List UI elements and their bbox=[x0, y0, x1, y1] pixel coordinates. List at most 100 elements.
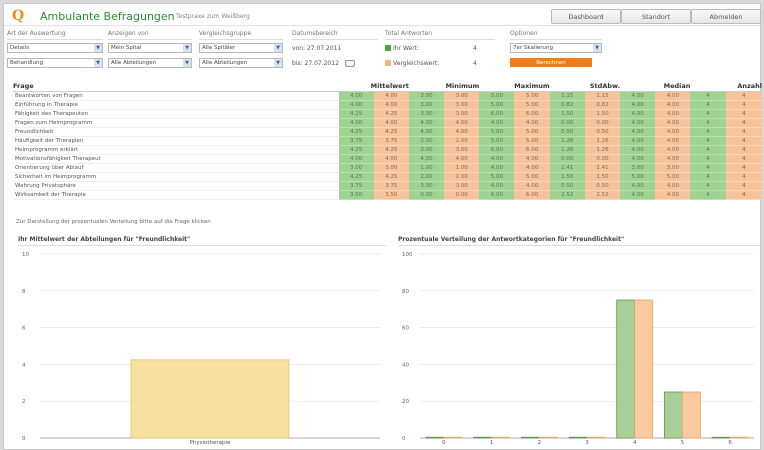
own-value-cell: 4.00 bbox=[620, 127, 656, 137]
standort-button[interactable]: Standort bbox=[621, 9, 691, 24]
comparison-value-cell: 4 bbox=[725, 145, 762, 155]
table-row[interactable]: Wirksamkeit der Therapie 3.50 3.50 0.00 0.00… bbox=[13, 190, 762, 200]
datum-von[interactable]: von: 27.07.2011 bbox=[292, 43, 378, 53]
own-value-cell: 4.25 bbox=[338, 145, 374, 155]
own-value-cell: 4.00 bbox=[620, 136, 656, 146]
question-cell[interactable]: Häufigkeit der Therapien bbox=[13, 136, 339, 146]
own-value-cell: 1.50 bbox=[549, 109, 585, 119]
table-row[interactable]: Freundlichkeit 4.25 4.25 4.00 4.00 5.00 5.00 0.… bbox=[13, 127, 762, 137]
comparison-value-cell: 2.00 bbox=[444, 136, 480, 146]
y-tick-label: 8 bbox=[22, 289, 26, 295]
table-row[interactable]: Motivationsfähigkeit Therapeut 4.00 4.00 4.… bbox=[13, 154, 762, 164]
question-cell[interactable]: Heimprogramm erklärt bbox=[13, 145, 339, 155]
table-row[interactable]: Fähigkeit des Therapeuten 4.25 4.25 3.00 3.0… bbox=[13, 109, 762, 119]
own-value-cell: 4.00 bbox=[338, 100, 374, 110]
own-value-cell: 4.00 bbox=[620, 181, 656, 191]
question-cell[interactable]: Wahrung Privatsphäre bbox=[13, 181, 339, 191]
question-cell[interactable]: Sicherheit im Heimprogramm bbox=[13, 172, 339, 182]
own-value-cell: 3.00 bbox=[620, 163, 656, 173]
filter-datum: Datumsbereich von: 27.07.2011 bis: 27.07… bbox=[292, 30, 378, 73]
comparison-value-cell: 3.75 bbox=[373, 136, 409, 146]
comparison-value-cell: 4 bbox=[725, 109, 762, 119]
question-cell[interactable]: Beantworten von Fragen bbox=[13, 91, 339, 101]
question-cell[interactable]: Einführung in Therapie bbox=[13, 100, 339, 110]
question-cell[interactable]: Fähigkeit des Therapeuten bbox=[13, 109, 339, 119]
x-tick-label: 6 bbox=[728, 440, 732, 446]
table-row[interactable]: Sicherheit im Heimprogramm 4.25 4.25 2.00 2.… bbox=[13, 172, 762, 182]
col-header-frage: Frage bbox=[13, 81, 339, 92]
col-header-maximum: Maximum bbox=[479, 81, 550, 92]
hint-text: Zur Darstellung der prozentualen Verteil… bbox=[16, 219, 211, 225]
anzeigen-select-1[interactable]: Mein Spital ▼ bbox=[108, 43, 192, 53]
own-value-cell: 4.25 bbox=[338, 172, 374, 182]
comparison-value-cell: 1.15 bbox=[584, 91, 621, 101]
own-value-cell: 4 bbox=[690, 172, 726, 182]
col-header-mittelwert: Mittelwert bbox=[338, 81, 409, 92]
own-value-cell: 4.00 bbox=[620, 91, 656, 101]
comparison-value-cell: 5.00 bbox=[514, 91, 550, 101]
x-tick-label: 1 bbox=[490, 440, 494, 446]
question-cell[interactable]: Motivationsfähigkeit Therapeut bbox=[13, 154, 339, 164]
table-row[interactable]: Fragen zum Heimprogramm 4.00 4.00 4.00 4.00 4… bbox=[13, 118, 762, 128]
table-row[interactable]: Beantworten von Fragen 4.00 4.00 3.00 3.00 5.… bbox=[13, 91, 762, 101]
app-subtitle: Testpraxe zum Weißberg bbox=[176, 13, 250, 20]
orange-square-icon bbox=[385, 60, 391, 66]
vergleich-select-2[interactable]: Alle Abteilungen ▼ bbox=[199, 58, 283, 68]
comparison-value-cell: 4.00 bbox=[373, 118, 409, 128]
own-value-cell: 4.00 bbox=[479, 154, 515, 164]
own-value-cell: 6.00 bbox=[479, 109, 515, 119]
art-select-2[interactable]: Behandlung ▼ bbox=[7, 58, 103, 68]
x-tick-label: 0 bbox=[442, 440, 446, 446]
table-row[interactable]: Einführung in Therapie 4.00 4.00 3.00 3.00 5.… bbox=[13, 100, 762, 110]
own-value-cell: 4.00 bbox=[620, 190, 656, 200]
berechnen-button[interactable]: Berechnen bbox=[510, 58, 592, 67]
comparison-value-cell: 4 bbox=[725, 154, 762, 164]
y-tick-label: 60 bbox=[402, 326, 409, 332]
own-value-cell: 2.00 bbox=[408, 136, 445, 146]
calendar-icon[interactable] bbox=[344, 59, 355, 67]
question-cell[interactable]: Orientierung über Ablauf bbox=[13, 163, 339, 173]
own-value-cell: 4 bbox=[690, 118, 726, 128]
own-value-cell: 4 bbox=[690, 136, 726, 146]
col-header-median: Median bbox=[620, 81, 691, 92]
question-cell[interactable]: Fragen zum Heimprogramm bbox=[13, 118, 339, 128]
skala-select[interactable]: 7er Skalierung ▼ bbox=[510, 43, 602, 53]
table-row[interactable]: Heimprogramm erklärt 4.25 4.25 3.00 3.00 6.00… bbox=[13, 145, 762, 155]
question-cell[interactable]: Freundlichkeit bbox=[13, 127, 339, 137]
own-value-cell: 4 bbox=[690, 127, 726, 137]
own-value-cell: 4.00 bbox=[620, 109, 656, 119]
results-table: Frage Mittelwert Minimum Maximum StdAbw.… bbox=[13, 81, 762, 200]
own-value-cell: 4.00 bbox=[620, 154, 656, 164]
question-cell[interactable]: Wirksamkeit der Therapie bbox=[13, 190, 339, 200]
bar-comparison bbox=[682, 391, 701, 439]
comparison-value-cell: 3.00 bbox=[444, 100, 480, 110]
abmelden-button[interactable]: Abmelden bbox=[691, 9, 761, 24]
y-tick-label: 0 bbox=[22, 436, 26, 442]
anzeigen-select-2[interactable]: Alle Abteilungen ▼ bbox=[108, 58, 192, 68]
comparison-value-cell: 5.00 bbox=[514, 100, 550, 110]
dashboard-button[interactable]: Dashboard bbox=[551, 9, 621, 24]
chart-mittelwert-svg: 0 2 4 6 8 10 Physiotherapie bbox=[22, 252, 380, 446]
filter-optionen-label: Optionen bbox=[510, 30, 602, 40]
own-value-cell: 4.00 bbox=[479, 181, 515, 191]
bar-own bbox=[425, 436, 445, 439]
table-row[interactable]: Wahrung Privatsphäre 3.75 3.75 3.00 3.00 4.00… bbox=[13, 181, 762, 191]
own-value-cell: 5.00 bbox=[479, 91, 515, 101]
comparison-value-cell: 4.00 bbox=[444, 154, 480, 164]
datum-bis[interactable]: bis: 27.07.2012 bbox=[292, 60, 339, 67]
comparison-value-cell: 3.00 bbox=[444, 109, 480, 119]
own-value-cell: 3.00 bbox=[408, 109, 445, 119]
vergleich-select-1[interactable]: Alle Spitäler ▼ bbox=[199, 43, 283, 53]
total-vgl-value: 4 bbox=[473, 59, 477, 67]
own-value-cell: 0.50 bbox=[549, 127, 585, 137]
own-value-cell: 3.00 bbox=[408, 91, 445, 101]
comparison-value-cell: 3.50 bbox=[373, 190, 409, 200]
table-row[interactable]: Häufigkeit der Therapien 3.75 3.75 2.00 2.00… bbox=[13, 136, 762, 146]
comparison-value-cell: 4.00 bbox=[514, 118, 550, 128]
comparison-value-cell: 4.00 bbox=[655, 118, 691, 128]
comparison-value-cell: 4 bbox=[725, 136, 762, 146]
table-row[interactable]: Orientierung über Ablauf 3.00 3.00 1.00 1.00… bbox=[13, 163, 762, 173]
comparison-value-cell: 0.00 bbox=[584, 118, 621, 128]
art-select-1[interactable]: Details ▼ bbox=[7, 43, 103, 53]
comparison-value-cell: 5.00 bbox=[655, 172, 691, 182]
